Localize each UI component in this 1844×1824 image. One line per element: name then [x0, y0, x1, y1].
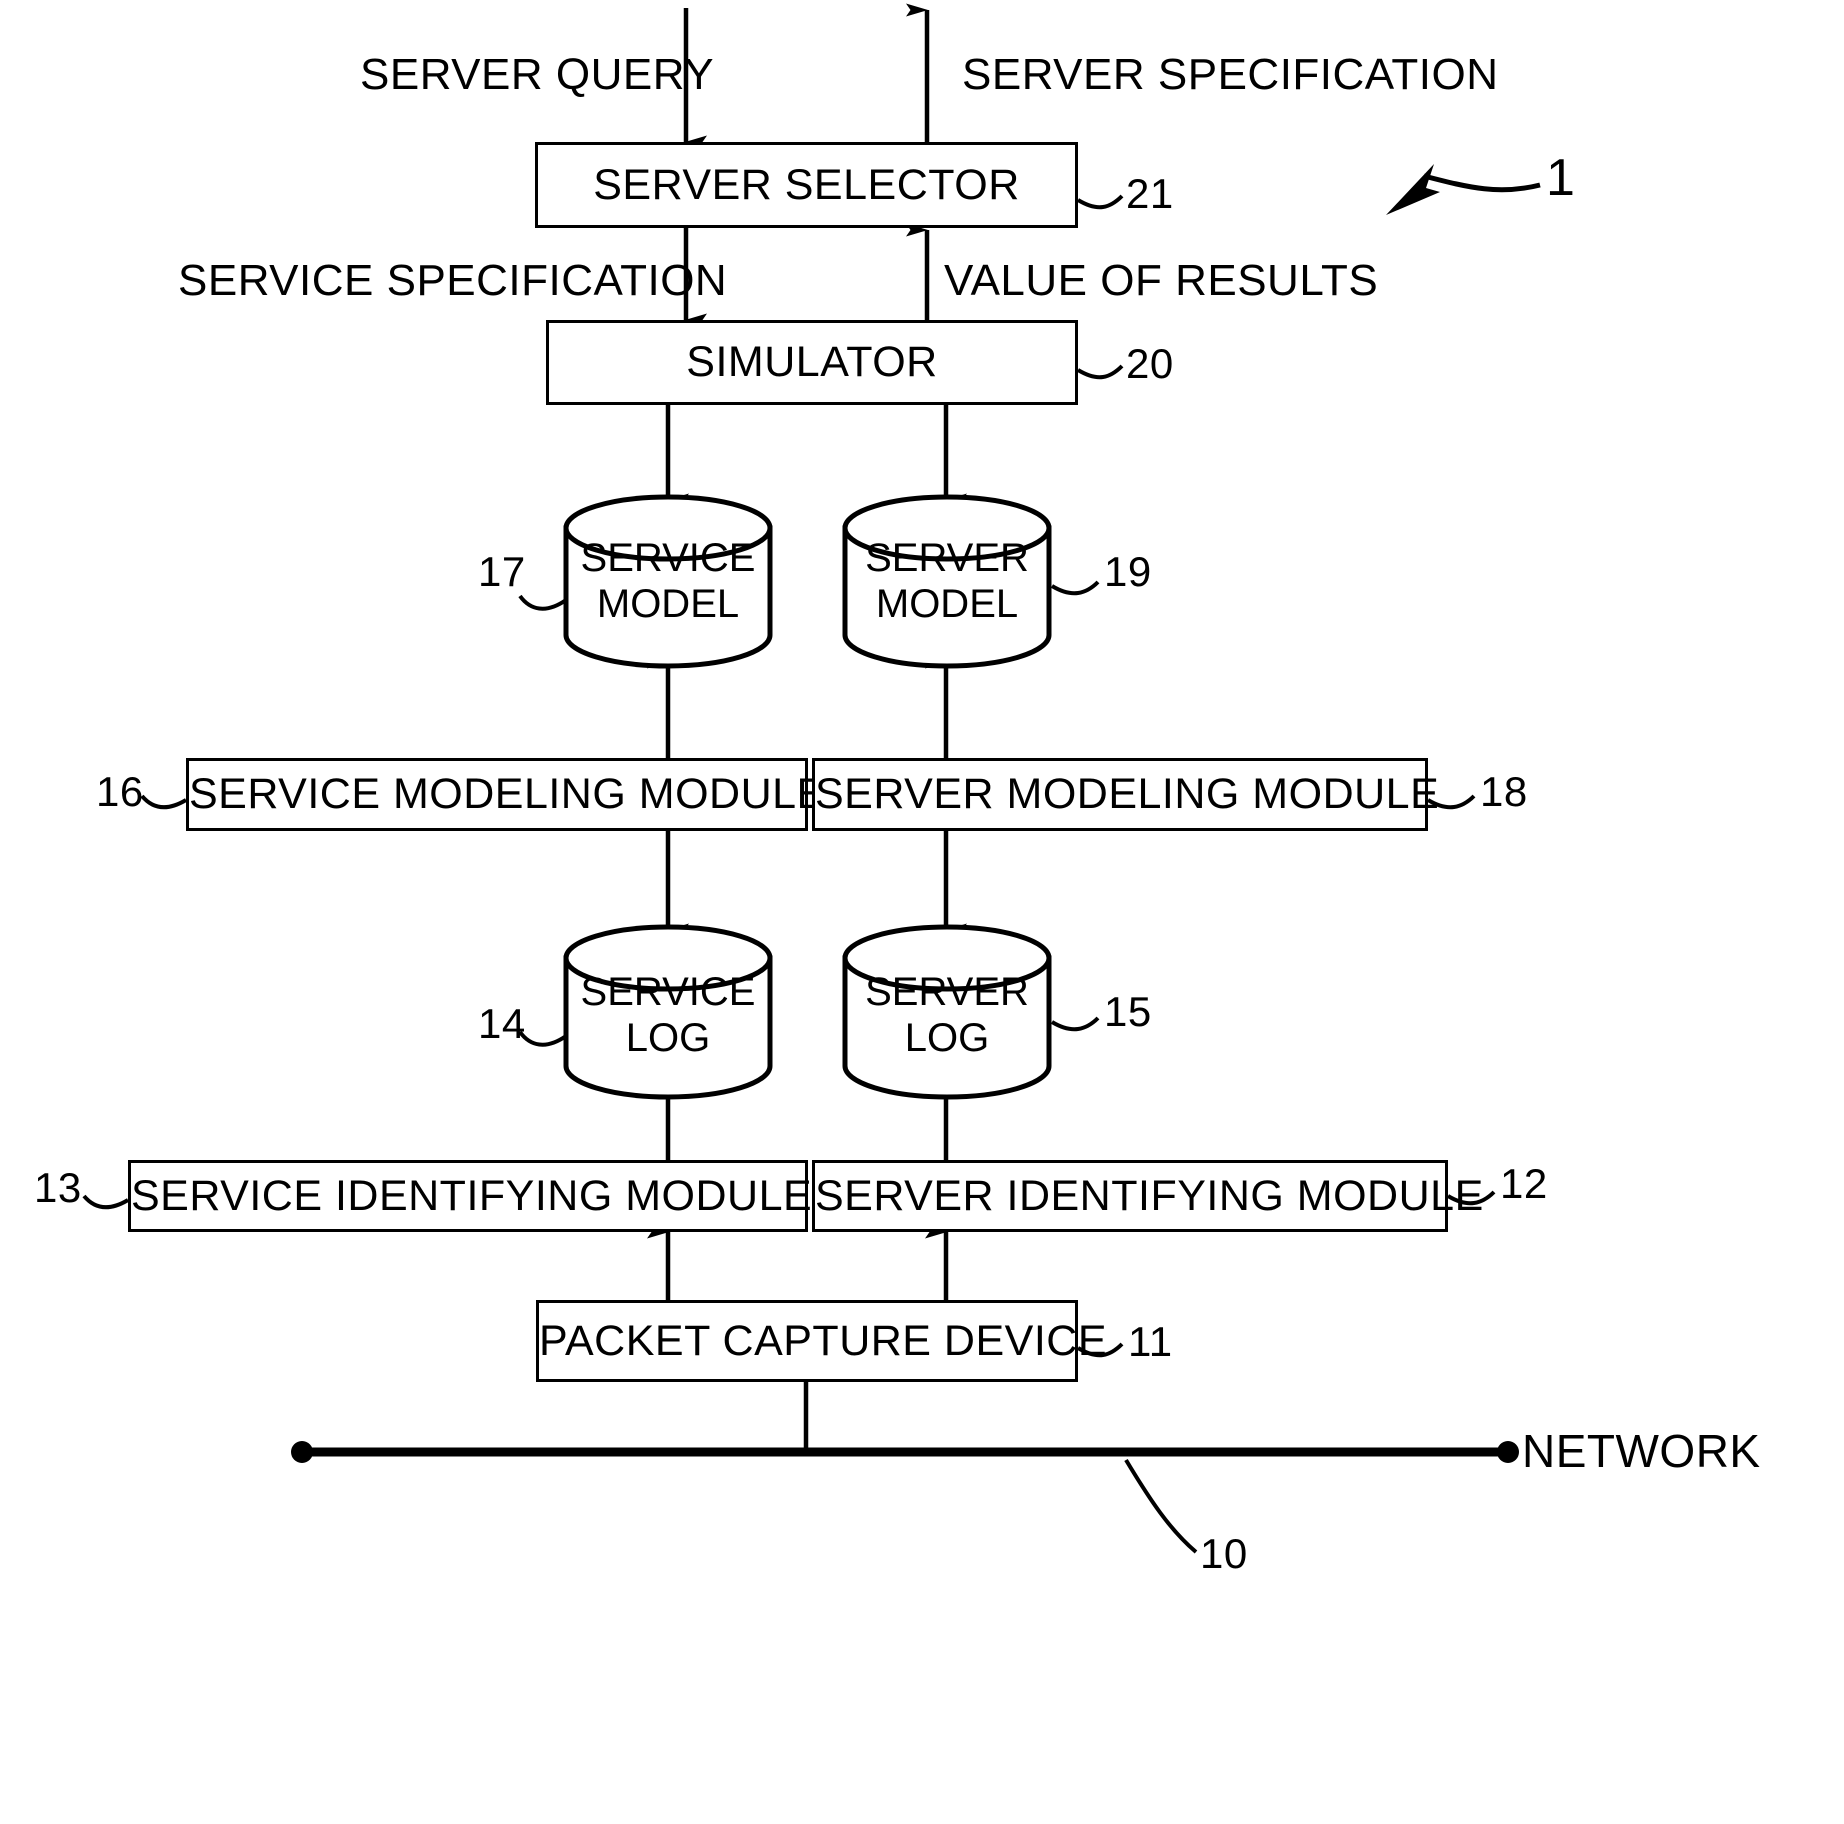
ref-numeral-18: 18 — [1480, 768, 1528, 815]
flow-label-server-specification: SERVER SPECIFICATION — [962, 50, 1499, 99]
ref-numeral-10: 10 — [1200, 1530, 1248, 1577]
store-server-model-line1: SERVER — [865, 536, 1029, 580]
block-service-modeling-module[interactable]: SERVICE MODELING MODULE — [186, 758, 826, 831]
block-packet-capture-device[interactable]: PACKET CAPTURE DEVICE — [536, 1300, 1108, 1382]
leader-17 — [518, 594, 568, 611]
figure-callout-arrowhead — [1386, 164, 1440, 215]
block-service-identifying-module[interactable]: SERVICE IDENTIFYING MODULE — [128, 1160, 813, 1232]
store-service-model-line1: SERVICE — [580, 536, 756, 580]
block-server-modeling-module-label: SERVER MODELING MODULE — [815, 770, 1440, 818]
ref-numeral-17: 17 — [478, 548, 526, 595]
flow-label-service-specification: SERVICE SPECIFICATION — [178, 256, 728, 305]
flow-label-server-query: SERVER QUERY — [360, 50, 715, 99]
block-service-modeling-module-label: SERVICE MODELING MODULE — [189, 770, 826, 818]
ref-numeral-12: 12 — [1500, 1160, 1548, 1207]
store-server-log-line1: SERVER — [865, 970, 1029, 1014]
leader-16 — [140, 794, 188, 810]
network-endpoint-left-dot — [291, 1441, 313, 1463]
block-simulator-label: SIMULATOR — [686, 338, 938, 386]
block-server-identifying-module-label: SERVER IDENTIFYING MODULE — [815, 1171, 1484, 1220]
leader-19 — [1050, 580, 1100, 596]
store-server-model-line2: MODEL — [875, 582, 1019, 626]
leader-10 — [1124, 1458, 1198, 1554]
figure-callout-arrow — [1423, 173, 1541, 193]
block-server-identifying-module[interactable]: SERVER IDENTIFYING MODULE — [812, 1160, 1484, 1232]
flow-label-value-of-results: VALUE OF RESULTS — [944, 256, 1379, 305]
store-server-log-line2: LOG — [904, 1016, 990, 1060]
leader-15 — [1050, 1016, 1100, 1032]
flow-label-network: NETWORK — [1522, 1425, 1761, 1477]
ref-numeral-figure: 1 — [1546, 149, 1576, 207]
ref-numeral-16: 16 — [96, 768, 144, 815]
store-service-log-line1: SERVICE — [580, 970, 756, 1014]
block-packet-capture-device-label: PACKET CAPTURE DEVICE — [539, 1316, 1108, 1365]
store-service-log-line2: LOG — [625, 1016, 711, 1060]
leader-21 — [1076, 194, 1124, 210]
block-server-selector-label: SERVER SELECTOR — [593, 160, 1020, 209]
ref-numeral-19: 19 — [1104, 548, 1152, 595]
block-simulator[interactable]: SIMULATOR — [546, 320, 1078, 405]
leader-20 — [1076, 364, 1124, 380]
patent-figure: SERVER SELECTOR SIMULATOR SERVICE MODELI… — [0, 0, 1844, 1824]
block-server-selector[interactable]: SERVER SELECTOR — [535, 142, 1078, 228]
ref-numeral-21: 21 — [1126, 170, 1174, 217]
store-service-model-line2: MODEL — [596, 582, 740, 626]
network-endpoint-right-dot — [1497, 1441, 1519, 1463]
leader-13 — [82, 1194, 130, 1210]
block-service-identifying-module-label: SERVICE IDENTIFYING MODULE — [131, 1171, 813, 1220]
ref-numeral-13: 13 — [34, 1164, 82, 1211]
ref-numeral-11: 11 — [1128, 1318, 1173, 1365]
block-server-modeling-module[interactable]: SERVER MODELING MODULE — [812, 758, 1440, 831]
ref-numeral-14: 14 — [478, 1000, 526, 1047]
leader-14 — [518, 1030, 568, 1047]
ref-numeral-20: 20 — [1126, 340, 1174, 387]
ref-numeral-15: 15 — [1104, 988, 1152, 1035]
network-bus — [291, 1441, 1519, 1463]
